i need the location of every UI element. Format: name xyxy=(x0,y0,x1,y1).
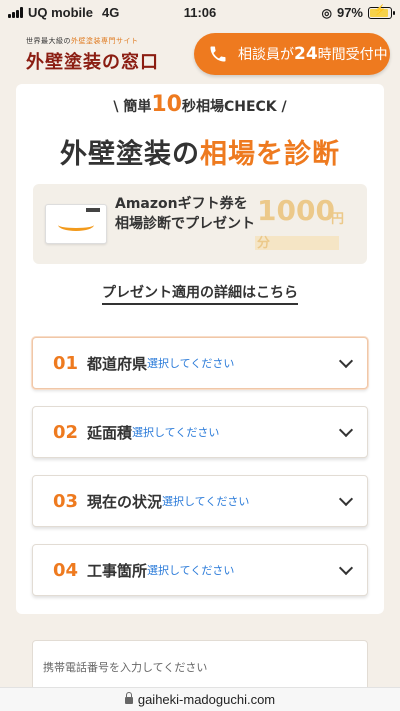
gift-banner: Amazonギフト券を相場診断でプレゼント 1000 円 分 xyxy=(33,184,367,264)
page-title: 外壁塗装の相場を診断 xyxy=(60,139,340,170)
prefecture-select[interactable]: 01 都道府県 選択してください xyxy=(32,337,368,389)
select-label: 現在の状況 xyxy=(87,492,163,511)
gift-text: Amazonギフト券を相場診断でプレゼント xyxy=(115,196,255,232)
gift-amount: 1000 円 分 xyxy=(255,192,363,256)
work-area-select[interactable]: 04 工事箇所 選択してください xyxy=(32,544,368,596)
present-details-link[interactable]: プレゼント適用の詳細はこちら xyxy=(102,285,298,305)
lock-icon xyxy=(124,692,133,704)
step-number: 04 xyxy=(53,559,79,581)
url-bar[interactable]: gaiheki-madoguchi.com xyxy=(0,687,400,711)
site-logo[interactable]: 世界最大級の外壁塗装専門サイト 外壁塗装の窓口 xyxy=(26,36,159,74)
status-right: ◎ 97% ⚡ xyxy=(321,5,395,20)
catch-copy: \ 簡単10秒相場CHECK / xyxy=(113,92,287,117)
chevron-down-icon xyxy=(338,422,354,438)
amazon-gift-card-icon xyxy=(45,204,107,244)
select-hint: 選択してください xyxy=(162,495,250,508)
phone-icon xyxy=(210,46,226,62)
logo-tagline: 世界最大級の外壁塗装専門サイト xyxy=(26,37,139,45)
url-text: gaiheki-madoguchi.com xyxy=(137,692,276,707)
call-button[interactable]: 相談員が24時間受付中 xyxy=(194,33,390,75)
logo-text: 外壁塗装の窓口 xyxy=(26,52,159,73)
select-label: 延面積 xyxy=(87,423,133,442)
select-hint: 選択してください xyxy=(147,564,235,577)
battery-percent: 97% xyxy=(336,5,363,20)
select-hint: 選択してください xyxy=(132,426,220,439)
status-bar: UQ mobile 4G 11:06 ◎ 97% ⚡ xyxy=(0,0,400,24)
gift-amount-unit: 円 xyxy=(331,212,345,227)
call-button-label: 相談員が24時間受付中 xyxy=(238,44,388,64)
chevron-down-icon xyxy=(338,353,354,369)
step-number: 01 xyxy=(53,352,79,374)
floor-area-select[interactable]: 02 延面積 選択してください xyxy=(32,406,368,458)
current-status-select[interactable]: 03 現在の状況 選択してください xyxy=(32,475,368,527)
select-label: 工事箇所 xyxy=(87,561,148,580)
gift-amount-number: 1000 xyxy=(257,194,335,227)
select-hint: 選択してください xyxy=(147,357,235,370)
chevron-down-icon xyxy=(338,560,354,576)
gift-amount-unit-suffix: 分 xyxy=(257,236,271,251)
battery-icon: ⚡ xyxy=(368,5,395,19)
step-number: 03 xyxy=(53,490,79,512)
present-details-link-wrap: プレゼント適用の詳細はこちら xyxy=(0,282,400,305)
select-label: 都道府県 xyxy=(87,354,148,373)
step-number: 02 xyxy=(53,421,79,443)
rotation-lock-icon: ◎ xyxy=(321,5,332,20)
chevron-down-icon xyxy=(338,491,354,507)
site-header: 世界最大級の外壁塗装専門サイト 外壁塗装の窓口 相談員が24時間受付中 xyxy=(0,24,400,82)
